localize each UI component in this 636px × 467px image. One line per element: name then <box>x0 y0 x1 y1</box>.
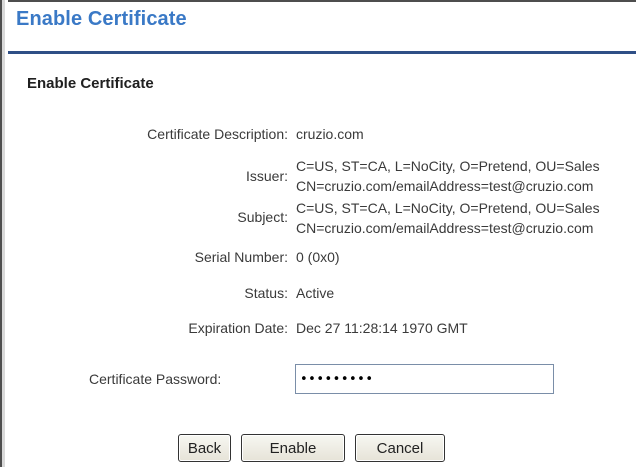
page-title: Enable Certificate <box>16 8 187 30</box>
page-header: Enable Certificate <box>8 0 636 51</box>
header-divider <box>8 51 636 54</box>
back-button[interactable]: Back <box>178 434 231 462</box>
subject-line-1: C=US, ST=CA, L=NoCity, O=Pretend, OU=Sal… <box>296 200 600 216</box>
certificate-password-input[interactable] <box>295 364 554 394</box>
cancel-button[interactable]: Cancel <box>355 434 445 462</box>
certificate-description-value: cruzio.com <box>296 126 364 142</box>
certificate-password-label: Certificate Password: <box>89 371 222 387</box>
enable-button[interactable]: Enable <box>241 434 345 462</box>
status-label: Status: <box>244 285 288 301</box>
status-value: Active <box>296 285 335 301</box>
window-left-border <box>0 0 10 467</box>
issuer-label: Issuer: <box>245 168 288 184</box>
subject-line-2: CN=cruzio.com/emailAddress=test@cruzio.c… <box>296 220 594 236</box>
enable-certificate-page: Enable Certificate Enable Certificate Ce… <box>0 0 636 467</box>
serial-number-value: 0 (0x0) <box>296 249 340 265</box>
serial-number-label: Serial Number: <box>194 249 288 265</box>
subject-label: Subject: <box>237 209 288 225</box>
issuer-line-2: CN=cruzio.com/emailAddress=test@cruzio.c… <box>296 178 594 194</box>
expiration-date-label: Expiration Date: <box>188 320 288 336</box>
expiration-date-value: Dec 27 11:28:14 1970 GMT <box>296 320 468 336</box>
certificate-description-label: Certificate Description: <box>147 126 288 142</box>
issuer-line-1: C=US, ST=CA, L=NoCity, O=Pretend, OU=Sal… <box>296 158 600 174</box>
section-title: Enable Certificate <box>27 75 154 92</box>
